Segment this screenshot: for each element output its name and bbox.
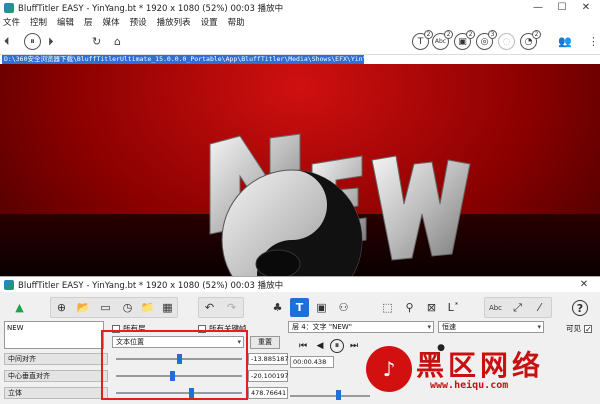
redo-icon: ↷: [226, 301, 237, 314]
visible-label: 可见: [566, 324, 581, 333]
panel-close-button[interactable]: ✕: [572, 277, 596, 292]
menu-help[interactable]: 帮助: [228, 16, 245, 28]
layer-select-value: 层 4：文字 "NEW": [292, 323, 352, 331]
render-viewport[interactable]: [0, 64, 600, 294]
menu-layer[interactable]: 层: [84, 16, 93, 28]
align-center-value[interactable]: -13.885187: [248, 353, 289, 365]
reset-button[interactable]: 重置: [250, 336, 280, 349]
close-button[interactable]: ✕: [574, 0, 598, 15]
timeline-slider-thumb[interactable]: [336, 390, 341, 400]
users-icon[interactable]: 👥: [558, 35, 572, 48]
file-path[interactable]: D:\360安全浏览器下载\BluffTitlerUltimate_15.0.0…: [2, 55, 364, 64]
shape-layer-icon[interactable]: ⚇: [334, 298, 353, 317]
disabled-icon: ◌: [498, 33, 515, 50]
speed-select-value: 恒速: [442, 323, 456, 331]
add-icon[interactable]: ⊕: [52, 298, 71, 317]
import-folder-icon[interactable]: 📁: [138, 298, 157, 317]
depth-dropdown[interactable]: 立体: [4, 387, 108, 399]
vertical-align-dropdown[interactable]: 中心垂直对齐: [4, 370, 108, 382]
window-title: BluffTitler EASY - YinYang.bt * 1920 x 1…: [18, 3, 284, 14]
undo-icon[interactable]: ↶: [200, 298, 219, 317]
menu-media[interactable]: 媒体: [103, 16, 120, 28]
maximize-button[interactable]: ☐: [550, 0, 574, 15]
main-titlebar: BluffTitler EASY - YinYang.bt * 1920 x 1…: [0, 0, 600, 15]
home-icon[interactable]: ⌂: [114, 35, 121, 48]
yinyang-3d-scene: [209, 133, 471, 294]
film-icon[interactable]: ▦: [158, 298, 177, 317]
watermark-brand: 黑区网络: [416, 349, 545, 382]
speed-select[interactable]: 恒速 ▾: [438, 321, 544, 333]
panel-title: BluffTitler EASY - YinYang.bt * 1920 x 1…: [18, 280, 284, 291]
abc-edit-icon[interactable]: Abc: [486, 298, 505, 317]
shapes-icon[interactable]: ◎ 3: [476, 30, 497, 50]
watermark: ♪ 黑区网络 www.heiqu.com: [366, 340, 594, 400]
text-layer-icon[interactable]: T: [290, 298, 309, 317]
path-bar: D:\360安全浏览器下载\BluffTitlerUltimate_15.0.0…: [0, 55, 600, 64]
visible-checkbox[interactable]: 可见: [566, 323, 595, 334]
watermark-logo-icon: ♪: [366, 346, 412, 392]
app-logo-icon: [4, 2, 14, 13]
minimize-button[interactable]: —: [526, 0, 550, 15]
transform-icon[interactable]: ⬚: [378, 298, 397, 317]
clock-icon[interactable]: ◷: [118, 298, 137, 317]
expand-icon[interactable]: ⤢: [508, 298, 527, 317]
forward-icon[interactable]: ⏵: [48, 35, 54, 49]
refresh-icon[interactable]: ↻: [92, 35, 101, 48]
link-icon[interactable]: ⚲: [400, 298, 419, 317]
panel-toolbar: ▲ ⊕ 📂 ▭ ◷ 📁 ▦ ↶ ↷ ♣ T ▣ ⚇ ⬚ ⚲ ⊠ L˟ Abc ⤢…: [0, 295, 600, 319]
yinyang-dot: [255, 249, 301, 279]
lx-icon[interactable]: L˟: [444, 298, 463, 317]
transport-controls: ⏮ ◀ ⏸ ⏭: [296, 339, 364, 353]
menu-playlist[interactable]: 播放列表: [157, 16, 191, 28]
align-center-dropdown[interactable]: 中间对齐: [4, 353, 108, 365]
menu-edit[interactable]: 编辑: [57, 16, 74, 28]
panel-pause-button[interactable]: ⏸: [330, 339, 344, 353]
menu-settings[interactable]: 设置: [201, 16, 218, 28]
back-icon[interactable]: ⏴: [4, 35, 10, 49]
vertical-align-value[interactable]: -20.100197: [248, 370, 289, 382]
highlight-annotation: [101, 330, 248, 400]
save-icon[interactable]: ▭: [96, 298, 115, 317]
chevron-down-icon: ▾: [427, 323, 431, 331]
menubar: 文件 控制 编辑 层 媒体 预设 播放列表 设置 帮助: [0, 15, 600, 29]
picture-icon[interactable]: ▣ 2: [454, 30, 475, 50]
image-layer-icon[interactable]: ▣: [312, 298, 331, 317]
palette-icon[interactable]: ♣: [268, 298, 287, 317]
open-folder-icon[interactable]: 📂: [74, 298, 93, 317]
window-controls: — ☐ ✕: [526, 0, 598, 15]
timeline-slider[interactable]: [290, 395, 370, 397]
first-frame-icon[interactable]: ⏮: [296, 339, 310, 353]
next-frame-icon[interactable]: ⏭: [347, 339, 361, 353]
prev-icon[interactable]: ◀: [313, 339, 327, 353]
menu-control[interactable]: 控制: [30, 16, 47, 28]
watermark-url: www.heiqu.com: [430, 380, 509, 391]
abc-icon[interactable]: Abc 2: [432, 30, 453, 50]
main-toolbar: ⏴ ⏸ ⏵ ↻ ⌂ T2 Abc 2 ▣ 2 ◎ 3 ◌ ◔ 2 👥 ⋮: [0, 29, 600, 55]
more-icon[interactable]: ⋮: [588, 35, 599, 48]
chevron-down-icon: ▾: [537, 323, 541, 331]
text-icon[interactable]: T2: [412, 30, 433, 50]
logo-triangle-icon: ▲: [15, 301, 24, 314]
depth-value[interactable]: 478.76641: [248, 387, 288, 399]
panel-logo-icon: [4, 279, 14, 290]
menu-file[interactable]: 文件: [3, 16, 20, 28]
pause-button[interactable]: ⏸: [24, 33, 41, 50]
wand-icon[interactable]: ⁄: [530, 298, 549, 317]
text-content-input[interactable]: NEW: [4, 321, 104, 349]
panel-titlebar: BluffTitler EASY - YinYang.bt * 1920 x 1…: [0, 277, 600, 292]
time-field[interactable]: 00:00.438: [290, 356, 334, 368]
menu-presets[interactable]: 预设: [130, 16, 147, 28]
help-icon[interactable]: ?: [572, 300, 588, 316]
close-layer-icon[interactable]: ⊠: [422, 298, 441, 317]
visible-box[interactable]: [584, 324, 592, 333]
gauge-icon[interactable]: ◔ 2: [520, 30, 541, 50]
layer-select[interactable]: 层 4：文字 "NEW" ▾: [288, 321, 434, 333]
